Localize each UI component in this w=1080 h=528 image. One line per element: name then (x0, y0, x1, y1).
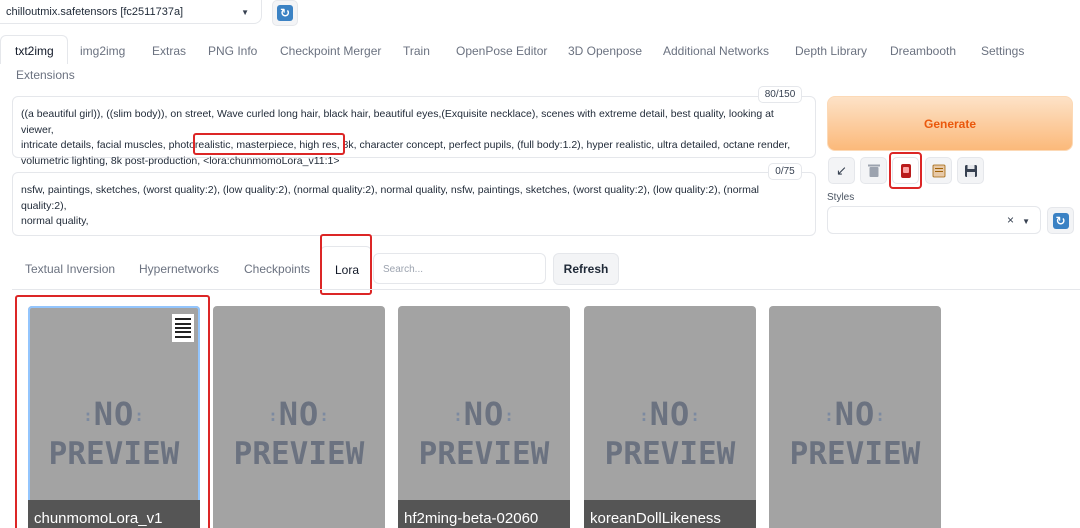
trash-icon (867, 164, 880, 177)
prompt-line-2: intricate details, facial muscles, photo… (21, 139, 791, 151)
no-preview-image: :NO: PREVIEW (398, 396, 570, 472)
tab-3d-openpose[interactable]: 3D Openpose (568, 44, 642, 58)
lora-card-name: koreanDollLikeness (584, 500, 756, 528)
tab-txt2img[interactable]: txt2img (15, 44, 54, 58)
tab-hypernetworks[interactable]: Hypernetworks (139, 262, 219, 276)
no-preview-line-1: NO (278, 395, 320, 433)
checkpoint-select[interactable]: chilloutmix.safetensors [fc2511737a] ▼ (0, 0, 262, 24)
lora-card[interactable]: :NO: PREVIEW (769, 306, 941, 528)
lora-card[interactable]: :NO: PREVIEW (213, 306, 385, 528)
prompt-line-1: ((a beautiful girl)), ((slim body)), on … (21, 108, 774, 136)
tab-additional-networks[interactable]: Additional Networks (663, 44, 769, 58)
prompt-lora-tag: <lora:chunmomoLora_v11:1> (203, 154, 340, 167)
clipboard-icon (932, 164, 945, 177)
prompt-line-3: volumetric lighting, 8k post-production, (21, 154, 201, 167)
prompt-textarea[interactable]: ((a beautiful girl)), ((slim body)), on … (12, 96, 816, 167)
tab-dreambooth[interactable]: Dreambooth (890, 44, 956, 58)
trash-button[interactable] (860, 157, 887, 184)
no-preview-line-2: PREVIEW (233, 436, 365, 472)
tab-depth-library[interactable]: Depth Library (795, 44, 867, 58)
no-preview-image: :NO: PREVIEW (584, 396, 756, 472)
lora-tag-highlight (193, 133, 345, 155)
refresh-checkpoints-button[interactable]: ↻ (272, 0, 298, 26)
divider (12, 289, 1080, 290)
tab-settings[interactable]: Settings (981, 44, 1024, 58)
no-preview-line-2: PREVIEW (418, 436, 550, 472)
tab-train[interactable]: Train (403, 44, 430, 58)
floppy-disk-icon (964, 164, 977, 177)
lora-card[interactable]: :NO: PREVIEW koreanDollLikeness (584, 306, 756, 528)
apply-style-button[interactable] (925, 157, 952, 184)
tab-png-info[interactable]: PNG Info (208, 44, 257, 58)
first-card-highlight (15, 295, 210, 528)
arrow-down-left-icon: ↙ (836, 162, 847, 178)
read-params-button[interactable]: ↙ (828, 157, 855, 184)
tab-checkpoint-merger[interactable]: Checkpoint Merger (280, 44, 381, 58)
prompt-token-counter: 80/150 (758, 86, 802, 103)
styles-label: Styles (827, 192, 855, 203)
negative-prompt-textarea[interactable]: nsfw, paintings, sketches, (worst qualit… (12, 172, 816, 236)
no-preview-image: :NO: PREVIEW (213, 396, 385, 472)
negative-prompt-line-2: normal quality, (21, 215, 89, 227)
negative-token-counter: 0/75 (768, 163, 802, 180)
tab-openpose-editor[interactable]: OpenPose Editor (456, 44, 547, 58)
tab-extras[interactable]: Extras (152, 44, 186, 58)
checkpoint-value: chilloutmix.safetensors [fc2511737a] (6, 6, 184, 18)
refresh-styles-button[interactable]: ↻ (1047, 207, 1074, 234)
tab-img2img[interactable]: img2img (80, 44, 125, 58)
tab-checkpoints[interactable]: Checkpoints (244, 262, 310, 276)
tab-textual-inversion[interactable]: Textual Inversion (25, 262, 115, 276)
no-preview-line-1: NO (649, 395, 691, 433)
network-search-input[interactable]: Search... (373, 253, 546, 284)
no-preview-line-2: PREVIEW (604, 436, 736, 472)
save-style-button[interactable] (957, 157, 984, 184)
chevron-down-icon: ▼ (241, 8, 249, 17)
clear-styles-icon[interactable]: × (1007, 213, 1014, 227)
refresh-icon: ↻ (1052, 212, 1069, 229)
negative-prompt-line-1: nsfw, paintings, sketches, (worst qualit… (21, 184, 760, 212)
styles-select[interactable]: × ▼ (827, 206, 1041, 234)
no-preview-line-2: PREVIEW (789, 436, 921, 472)
chevron-down-icon: ▼ (1022, 217, 1030, 226)
no-preview-line-1: NO (834, 395, 876, 433)
refresh-icon: ↻ (277, 5, 293, 21)
refresh-networks-button[interactable]: Refresh (553, 253, 619, 285)
tab-extensions[interactable]: Extensions (16, 68, 75, 82)
no-preview-image: :NO: PREVIEW (769, 396, 941, 472)
lora-card-name: hf2ming-beta-02060 (398, 500, 570, 528)
extra-networks-highlight (889, 152, 922, 189)
generate-button[interactable]: Generate (827, 96, 1073, 151)
lora-card[interactable]: :NO: PREVIEW hf2ming-beta-02060 (398, 306, 570, 528)
lora-tab-highlight (320, 234, 372, 295)
no-preview-line-1: NO (463, 395, 505, 433)
